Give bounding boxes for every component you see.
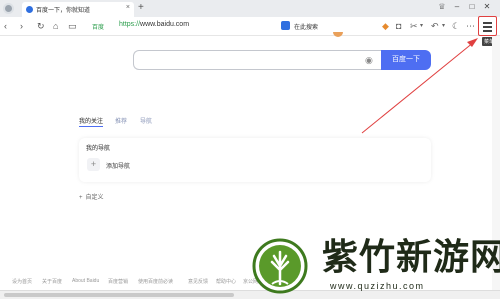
home-icon[interactable]: ⌂	[53, 20, 58, 32]
url-host: www.baidu.com	[140, 21, 190, 28]
footer-link[interactable]: 关于百度	[42, 278, 62, 285]
search-button[interactable]: 百度一下	[381, 50, 431, 70]
tab-baidu[interactable]: 百度一下，你就知道 ×	[22, 2, 134, 17]
tab-recommend[interactable]: 推荐	[115, 116, 127, 125]
search-engine-icon[interactable]	[281, 21, 290, 30]
maximize-icon[interactable]: □	[466, 1, 478, 13]
baidu-favicon-icon	[26, 6, 33, 13]
address-url[interactable]: https://www.baidu.com	[119, 21, 189, 28]
watermark-brand: 紫竹新游网	[322, 237, 500, 278]
my-navigation-card: 我的导航 + 添加导航	[79, 138, 431, 182]
dropdown-icon-2[interactable]: ▾	[442, 20, 445, 32]
nav-card-title: 我的导航	[86, 146, 111, 152]
tab-my-follow[interactable]: 我的关注	[79, 116, 104, 127]
scrollbar-thumb[interactable]	[4, 293, 234, 297]
close-window-icon[interactable]: ✕	[481, 1, 493, 13]
tab-title: 百度一下，你就知道	[36, 8, 91, 14]
baidu-search-form: ◉ 百度一下	[133, 50, 431, 70]
tab-close-icon[interactable]: ×	[126, 4, 130, 11]
shield-icon[interactable]: ◘	[396, 20, 401, 32]
hamburger-bar-3	[483, 30, 492, 32]
hamburger-icon	[483, 22, 492, 24]
footer-link[interactable]: 帮助中心	[216, 278, 236, 285]
refresh-icon[interactable]: ↻	[37, 20, 45, 32]
dropdown-icon[interactable]: ▾	[420, 20, 423, 32]
footer-link[interactable]: 意见反馈	[188, 278, 208, 285]
watermark-url: www.quzizhu.com	[330, 281, 425, 291]
camera-icon[interactable]: ◉	[365, 54, 373, 66]
footer-link[interactable]: 百度营销	[108, 278, 128, 285]
undo-icon[interactable]: ↶	[431, 20, 439, 32]
hamburger-bar-2	[483, 26, 492, 28]
footer-link[interactable]: 设为首页	[12, 278, 32, 285]
menu-button[interactable]	[478, 16, 497, 36]
customize-label: 自定义	[85, 195, 104, 201]
minimize-icon[interactable]: –	[451, 1, 463, 13]
search-input[interactable]	[133, 50, 381, 70]
horizontal-scrollbar[interactable]	[0, 290, 500, 299]
add-navigation-button[interactable]: 添加导航	[106, 161, 130, 170]
secure-badge[interactable]: 百度	[92, 22, 104, 31]
plus-icon: +	[79, 195, 83, 201]
footer-link[interactable]: About Baidu	[72, 278, 99, 284]
url-prefix: https://	[119, 21, 141, 28]
search-box-label[interactable]: 在此搜索	[294, 22, 318, 31]
back-icon[interactable]: ‹	[4, 20, 7, 32]
new-tab-button[interactable]: +	[138, 2, 144, 14]
tab-navigation[interactable]: 导航	[140, 116, 152, 125]
reader-icon[interactable]: ▭	[68, 20, 77, 32]
customize-button[interactable]: + 自定义	[79, 192, 104, 201]
more-icon[interactable]: ⋯	[466, 20, 475, 32]
scissors-icon[interactable]: ✂	[410, 20, 418, 32]
toolbar: ‹ › ↻ ⌂ ▭ 百度 https://www.baidu.com 在此搜索 …	[0, 17, 500, 36]
game-controller-icon[interactable]: ◆	[382, 20, 389, 32]
browser-logo-icon[interactable]	[3, 3, 14, 14]
night-mode-icon[interactable]: ☾	[452, 20, 460, 32]
footer-link[interactable]: 使用百度前必读	[138, 278, 173, 285]
baidu-logo	[333, 32, 343, 37]
bamboo-tree-logo-icon	[252, 238, 308, 294]
shirt-skin-icon[interactable]: ♕	[436, 1, 448, 13]
tab-strip: 百度一下，你就知道 × + ♕ – □ ✕	[0, 0, 500, 17]
add-icon[interactable]: +	[87, 158, 100, 171]
forward-icon[interactable]: ›	[20, 20, 23, 32]
